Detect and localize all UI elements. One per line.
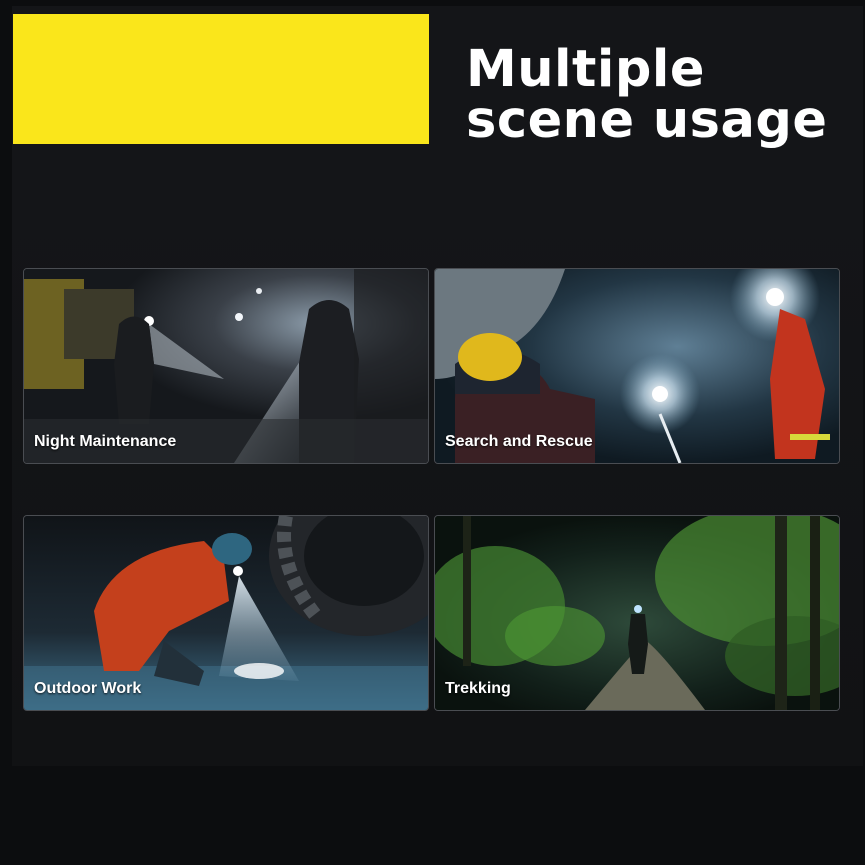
scene-card-night-maintenance: Night Maintenance [23, 268, 429, 464]
title-line-1: Multiple [466, 40, 705, 99]
page: Multiple scene usage Night Maintenance S… [0, 0, 865, 865]
scene-card-outdoor-work: Outdoor Work [23, 515, 429, 711]
title-line-2: scene usage [466, 91, 828, 150]
scene-label: Trekking [445, 680, 511, 697]
scene-label: Search and Rescue [445, 433, 593, 450]
scene-label: Night Maintenance [34, 433, 177, 450]
scene-card-trekking: Trekking [434, 515, 840, 711]
scene-card-search-and-rescue: Search and Rescue [434, 268, 840, 464]
page-title: Multiple scene usage [466, 44, 846, 146]
accent-block [13, 14, 429, 144]
scene-label: Outdoor Work [34, 680, 142, 697]
